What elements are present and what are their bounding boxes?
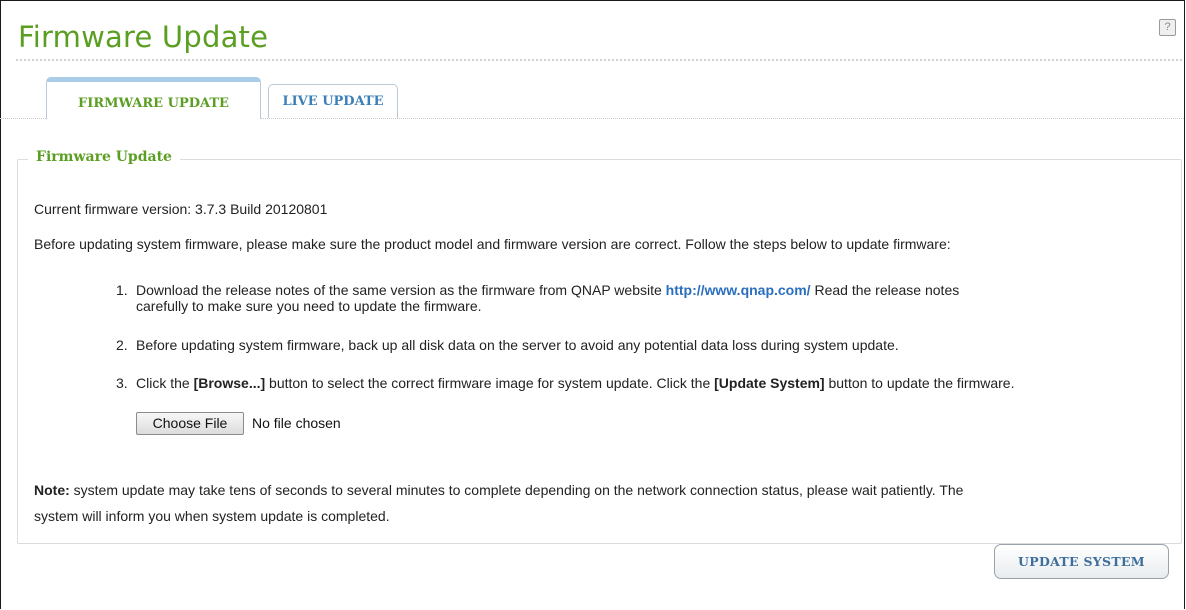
browse-reference: [Browse...] [193,375,266,391]
choose-file-button[interactable]: Choose File [136,412,244,435]
step-2-number: 2. [116,337,128,353]
note-text-1: system update may take tens of seconds t… [69,482,964,498]
current-firmware-version: Current firmware version: 3.7.3 Build 20… [34,201,328,217]
tab-firmware-update[interactable]: FIRMWARE UPDATE [46,77,261,119]
help-icon[interactable]: ? [1159,19,1176,36]
step-3-text-c: button to update the firmware. [824,375,1015,391]
update-system-button[interactable]: UPDATE SYSTEM [994,544,1169,579]
qnap-website-link[interactable]: http://www.qnap.com/ [666,282,811,298]
step-2-text: Before updating system firmware, back up… [136,337,899,353]
step-1-line-1: Download the release notes of the same v… [136,282,959,298]
step-1-number: 1. [116,282,128,298]
step-1-line-2: carefully to make sure you need to updat… [136,298,482,314]
note-line-1: Note: system update may take tens of sec… [34,482,963,498]
step-3-number: 3. [116,375,128,391]
step-1-text-b: Read the release notes [810,282,960,298]
note-line-2: system will inform you when system updat… [34,508,390,524]
page-title: Firmware Update [18,20,269,54]
step-3-text-b: button to select the correct firmware im… [265,375,715,391]
update-system-reference: [Update System] [714,375,825,391]
panel-legend: Firmware Update [28,149,180,165]
step-1-text-a: Download the release notes of the same v… [136,282,666,298]
note-label: Note: [34,482,70,498]
tab-live-update[interactable]: LIVE UPDATE [268,84,398,118]
file-status: No file chosen [252,415,341,431]
step-3-text: Click the [Browse...] button to select t… [136,375,1014,391]
intro-text: Before updating system firmware, please … [34,236,951,252]
step-3-text-a: Click the [136,375,194,391]
title-divider [16,59,1182,61]
